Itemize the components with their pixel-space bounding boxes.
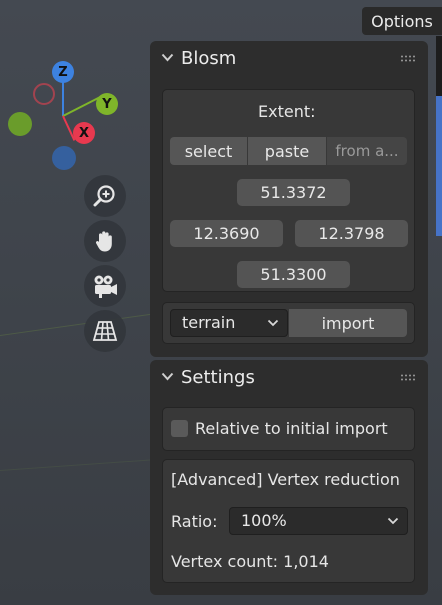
- neg-y-axis-ball[interactable]: [33, 83, 55, 105]
- blosm-panel-header[interactable]: Blosm: [150, 41, 428, 77]
- options-button[interactable]: Options: [362, 7, 442, 35]
- select-button[interactable]: select: [170, 137, 247, 165]
- settings-panel-title: Settings: [181, 367, 255, 388]
- ratio-dropdown[interactable]: 100%: [229, 507, 408, 535]
- vertex-count-label: Vertex count: 1,014: [171, 552, 329, 571]
- blosm-panel-title: Blosm: [181, 48, 237, 69]
- neg-z-axis-ball[interactable]: [52, 146, 76, 170]
- relative-import-box: Relative to initial import: [162, 407, 415, 451]
- y-axis-ball[interactable]: Y: [96, 93, 118, 115]
- ortho-grid-icon: [92, 321, 118, 341]
- hand-pan-icon: [95, 231, 112, 252]
- camera-icon: [94, 275, 117, 298]
- west-longitude-field[interactable]: 12.3690: [170, 220, 283, 247]
- x-axis-ball[interactable]: X: [73, 122, 95, 144]
- vertex-reduction-box: [Advanced] Vertex reduction Ratio: 100% …: [162, 459, 415, 583]
- zoom-button[interactable]: [84, 175, 126, 217]
- from-addon-button[interactable]: from a...: [327, 137, 407, 165]
- blosm-panel: Blosm Extent: select paste from a... 51.…: [150, 41, 428, 357]
- settings-panel: Settings Relative to initial import [Adv…: [150, 360, 428, 595]
- import-box: terrain import: [162, 302, 415, 344]
- z-axis-ball[interactable]: Z: [52, 61, 74, 83]
- chevron-down-icon: [267, 319, 279, 327]
- drag-grip-icon[interactable]: [400, 374, 416, 381]
- grid-line: [0, 312, 159, 336]
- camera-view-button[interactable]: [84, 265, 126, 307]
- data-type-value: terrain: [182, 313, 236, 332]
- settings-panel-header[interactable]: Settings: [150, 360, 428, 396]
- x-axis-label: X: [78, 125, 90, 141]
- navigation-gizmo[interactable]: Z Y X: [0, 55, 140, 175]
- sidebar-tab-highlight[interactable]: [436, 96, 442, 236]
- extent-label: Extent:: [258, 102, 316, 121]
- chevron-down-icon: [161, 53, 174, 62]
- grid-line: [0, 458, 160, 471]
- pan-button[interactable]: [84, 220, 126, 262]
- chevron-down-icon: [387, 517, 399, 525]
- zoom-icon: [93, 185, 115, 207]
- ortho-toggle-button[interactable]: [84, 310, 126, 352]
- y-axis-label: Y: [102, 96, 112, 112]
- ratio-value: 100%: [241, 511, 287, 530]
- extent-box: Extent: select paste from a... 51.3372 1…: [162, 89, 415, 292]
- south-latitude-field[interactable]: 51.3300: [237, 261, 350, 288]
- sidebar-edge: [436, 36, 442, 96]
- chevron-down-icon: [161, 372, 174, 381]
- relative-import-checkbox[interactable]: [171, 420, 188, 437]
- data-type-dropdown[interactable]: terrain: [170, 309, 288, 337]
- neg-x-axis-ball[interactable]: [8, 112, 32, 136]
- vertex-reduction-label: [Advanced] Vertex reduction: [171, 470, 400, 489]
- paste-button[interactable]: paste: [248, 137, 326, 165]
- ratio-label: Ratio:: [171, 512, 218, 531]
- options-label: Options: [371, 11, 433, 31]
- z-axis-label: Z: [58, 64, 68, 80]
- drag-grip-icon[interactable]: [400, 55, 416, 62]
- east-longitude-field[interactable]: 12.3798: [295, 220, 408, 247]
- relative-import-label[interactable]: Relative to initial import: [195, 419, 388, 438]
- north-latitude-field[interactable]: 51.3372: [237, 179, 350, 206]
- import-button[interactable]: import: [289, 309, 407, 337]
